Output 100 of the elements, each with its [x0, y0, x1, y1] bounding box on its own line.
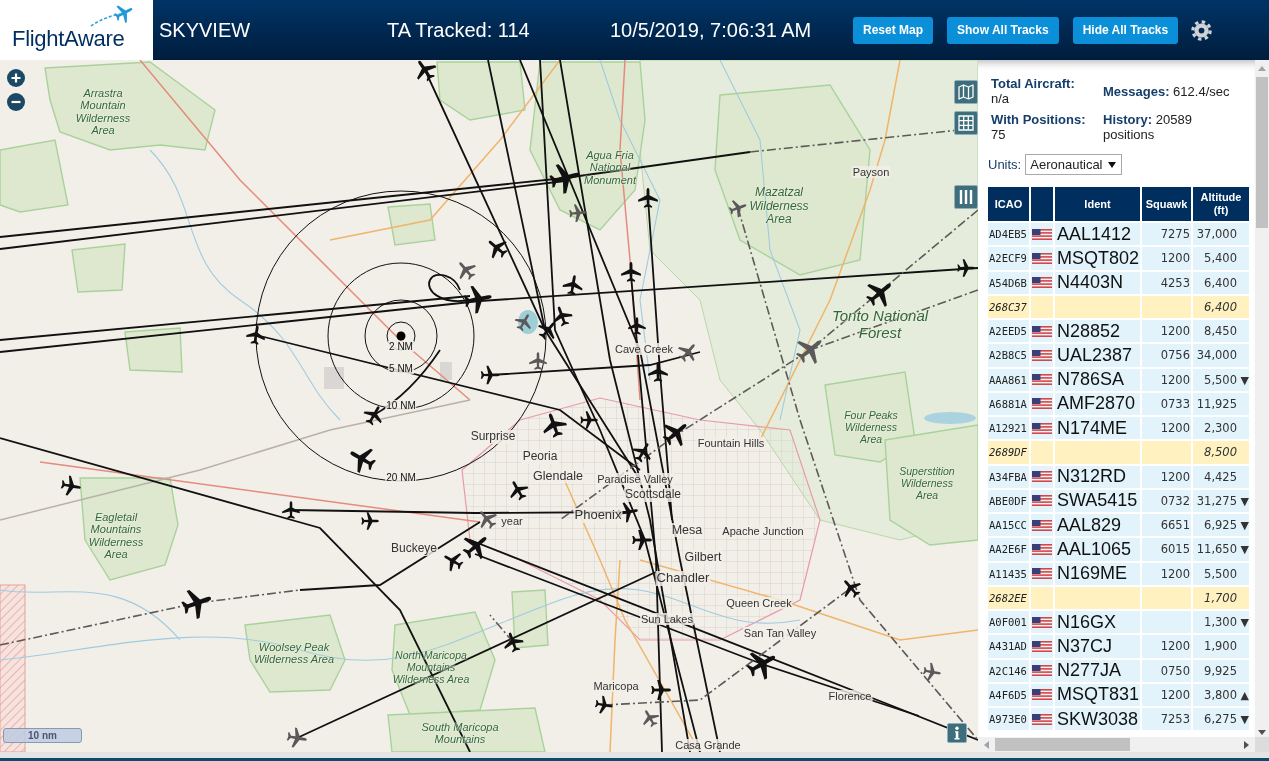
- app-title: SKYVIEW: [158, 18, 252, 42]
- altitude-value: 1,900: [1204, 639, 1237, 654]
- altitude-value: 2,300: [1204, 421, 1237, 436]
- icao-code: A12921: [989, 422, 1027, 435]
- icao-code: 2682EE: [989, 591, 1027, 604]
- range-ring-label: 20 NM: [385, 472, 417, 483]
- town-label: Payson: [851, 166, 891, 179]
- area-label: Mazatzal Wilderness Area: [748, 186, 810, 227]
- icao-code: AAA861: [989, 373, 1027, 386]
- ident-text: N312RD: [1057, 466, 1127, 487]
- altitude-value: 5,400: [1204, 251, 1237, 266]
- squawk-code: 6651: [1160, 518, 1190, 533]
- ident-text: AAL1412: [1057, 223, 1132, 244]
- altitude-value: 8,450: [1204, 324, 1237, 339]
- trend-arrow: ▲: [1240, 688, 1249, 702]
- town-label: Chandler: [655, 571, 711, 586]
- icao-code: AA2E6F: [989, 543, 1027, 556]
- ident-text: N4403N: [1057, 272, 1124, 293]
- tracked-count: TA Tracked: 114: [386, 18, 531, 42]
- icao-code: AA15CC: [989, 519, 1027, 532]
- altitude-value: 5,500: [1204, 566, 1237, 581]
- area-label: Eagletail Mountains Wilderness Area: [87, 511, 145, 561]
- icao-code: ABE0DF: [989, 494, 1027, 507]
- squawk-code: 1200: [1160, 421, 1190, 436]
- town-label: Scottsdale: [624, 488, 682, 502]
- trend-arrow: ▼: [1240, 519, 1249, 533]
- squawk-code: 1200: [1160, 566, 1190, 581]
- altitude-value: 11,650: [1196, 542, 1237, 557]
- area-label: Tonto National Forest: [830, 308, 930, 342]
- squawk-code: 1200: [1160, 372, 1190, 387]
- range-ring-label: 10 NM: [385, 400, 417, 411]
- range-ring-label: 2 NM: [388, 341, 414, 352]
- altitude-value: 8,500: [1204, 445, 1237, 460]
- town-label: Mesa: [670, 523, 704, 538]
- icao-code: A11435: [989, 567, 1027, 580]
- icao-code: A2EED5: [989, 325, 1027, 338]
- altitude-value: 5,500: [1204, 372, 1237, 387]
- squawk-code: 0733: [1160, 396, 1190, 411]
- area-label: Agua Fria National Monument: [583, 149, 638, 187]
- ident-text: N37CJ: [1057, 635, 1113, 656]
- town-label: Cave Creek: [613, 343, 675, 356]
- ident-text: N16GX: [1057, 611, 1117, 632]
- area-label: Four Peaks Wilderness Area: [843, 410, 899, 446]
- ident-text: AAL829: [1057, 514, 1122, 535]
- squawk-code: 1200: [1160, 324, 1190, 339]
- icao-code: 268C37: [989, 300, 1027, 313]
- town-label: San Tan Valley: [742, 627, 818, 640]
- trend-arrow: ▼: [1240, 713, 1249, 727]
- stat-text: Messages: 612.4/sec: [1103, 83, 1231, 99]
- ident-text: UAL2387: [1057, 344, 1133, 365]
- ident-text: N786SA: [1057, 369, 1125, 390]
- altitude-value: 6,275: [1204, 712, 1237, 727]
- town-label: Buckeye: [390, 542, 438, 556]
- stat-text: With Positions: 75: [991, 112, 1087, 142]
- squawk-code: 0756: [1160, 348, 1190, 363]
- town-label: Florence: [827, 690, 873, 703]
- altitude-value: 6,925: [1204, 518, 1237, 533]
- altitude-value: 34,000: [1196, 348, 1237, 363]
- altitude-value: 1,700: [1204, 590, 1237, 605]
- altitude-value: 37,000: [1196, 227, 1237, 242]
- icao-code: A54D6B: [989, 276, 1027, 289]
- icao-code: A2C146: [989, 664, 1027, 677]
- icao-code: A2ECF9: [989, 252, 1027, 265]
- icao-code: A34FBA: [989, 470, 1027, 483]
- town-label: Queen Creek: [725, 597, 793, 610]
- ident-text: N169ME: [1057, 563, 1128, 584]
- ident-text: N28852: [1057, 320, 1121, 341]
- trend-arrow: ▼: [1240, 616, 1249, 630]
- area-label: Woolsey Peak Wilderness Area: [252, 641, 336, 666]
- icao-code: A973E0: [989, 713, 1027, 726]
- trend-arrow: ▼: [1240, 494, 1249, 508]
- units-label: Units:: [988, 157, 1022, 172]
- town-label: Gilbert: [683, 550, 723, 565]
- area-label: Superstition Wilderness Area: [898, 466, 956, 502]
- squawk-code: 4253: [1160, 275, 1190, 290]
- icao-code: A0F001: [989, 616, 1027, 629]
- icao-code: A6881A: [989, 397, 1027, 410]
- town-label: year: [500, 515, 524, 528]
- squawk-code: 7275: [1160, 227, 1190, 242]
- ident-text: AAL1065: [1057, 538, 1132, 559]
- squawk-code: 0732: [1160, 493, 1190, 508]
- town-label: Glendale: [532, 469, 584, 484]
- squawk-code: 6015: [1160, 542, 1190, 557]
- ident-text: N174ME: [1057, 417, 1128, 438]
- date-time: 10/5/2019, 7:06:31 AM: [609, 18, 813, 42]
- ident-text: MSQT802: [1057, 247, 1140, 268]
- icao-code: A2B8C5: [989, 349, 1027, 362]
- town-label: Apache Junction: [721, 525, 805, 538]
- squawk-code: 1200: [1160, 251, 1190, 266]
- town-label: Casa Grande: [674, 739, 742, 752]
- icao-code: A431AD: [989, 640, 1027, 653]
- town-label: Fountain Hills: [696, 437, 766, 450]
- town-label: Phoenix: [573, 508, 623, 523]
- ident-text: N277JA: [1057, 660, 1122, 681]
- squawk-code: 1200: [1160, 639, 1190, 654]
- town-label: Sun Lakes: [640, 613, 694, 626]
- ident-text: SWA5415: [1057, 490, 1138, 511]
- trend-arrow: ▼: [1240, 543, 1249, 557]
- altitude-value: 4,425: [1204, 469, 1237, 484]
- icao-code: 2689DF: [989, 446, 1027, 459]
